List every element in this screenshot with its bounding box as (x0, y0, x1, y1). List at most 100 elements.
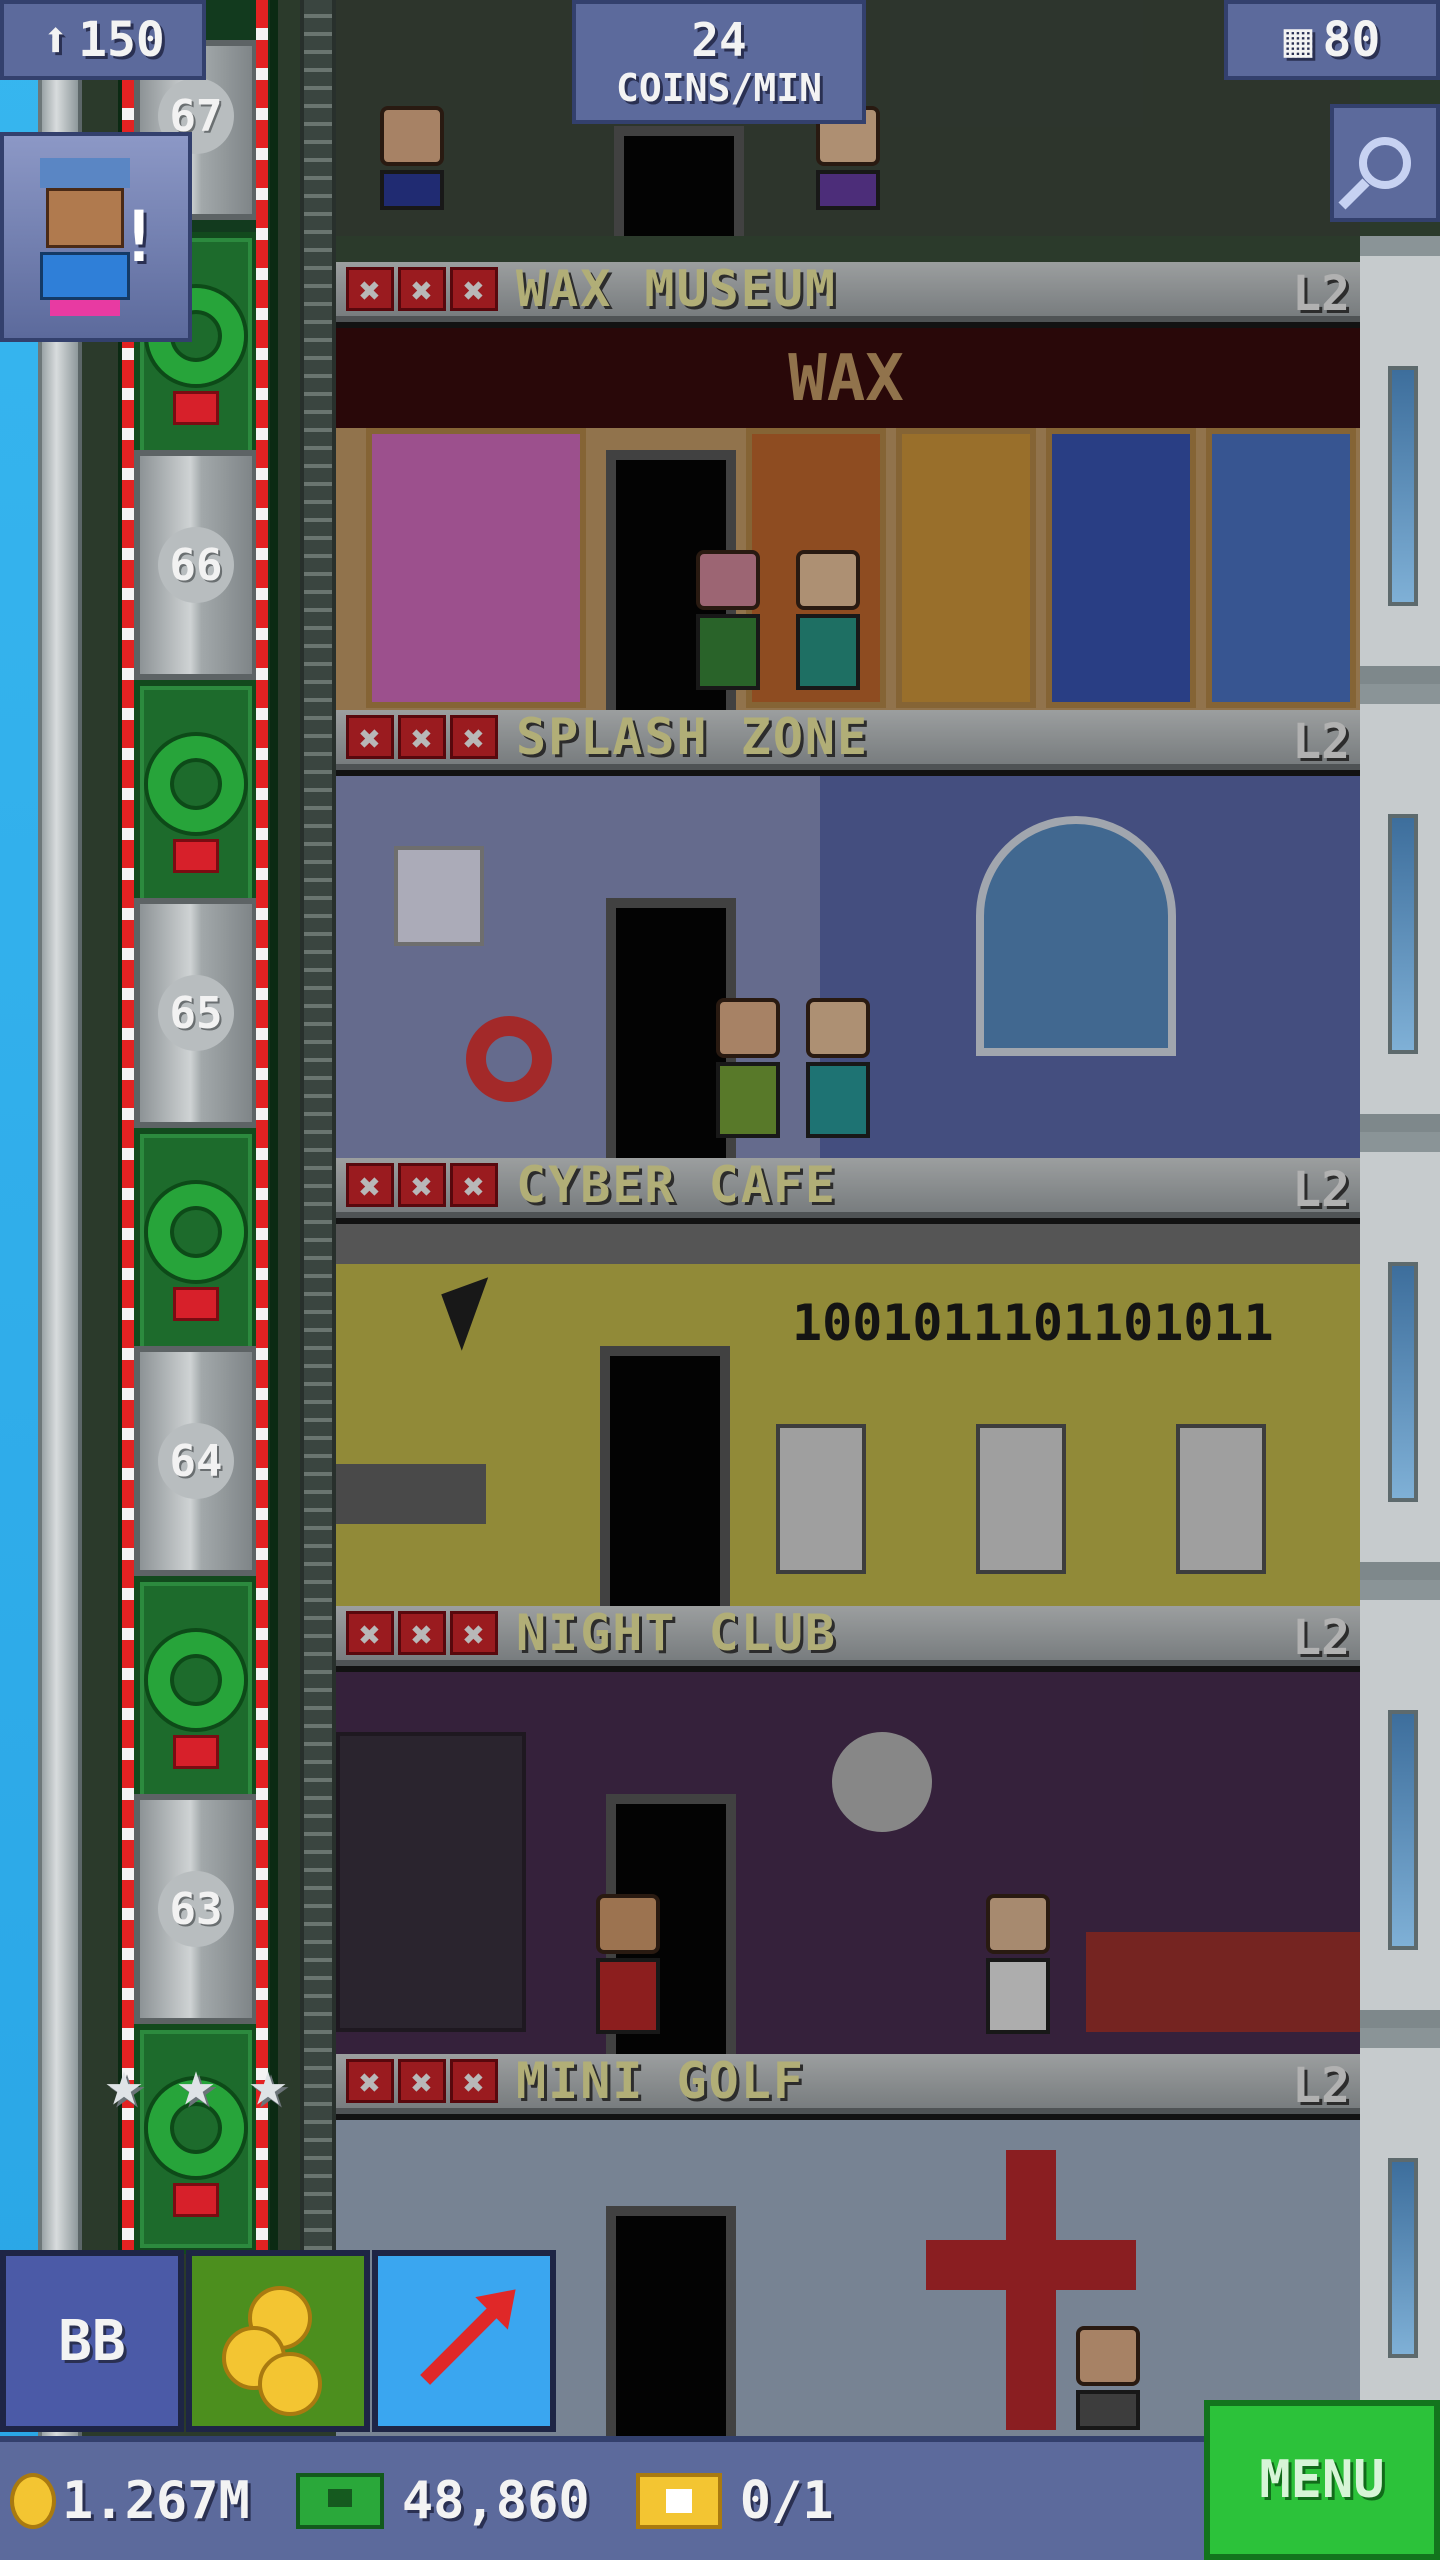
binary-wall-text: 1001011101101011 (792, 1294, 1274, 1352)
person[interactable] (1076, 2326, 1140, 2436)
star-icon: ★ (104, 2047, 144, 2121)
bux-stat[interactable]: 48,860 (260, 2471, 590, 2531)
coins-stat[interactable]: 1.267M (10, 2471, 250, 2531)
floor-name: MINI GOLF (516, 2052, 805, 2110)
coin-icon (258, 2352, 322, 2416)
door (606, 2206, 736, 2436)
building-right-edge (1360, 236, 1440, 2436)
x-icon: ✖ (398, 1163, 446, 1208)
floor-name: WAX MUSEUM (516, 260, 838, 318)
bux-icon (295, 2473, 384, 2529)
floor-level: L2 (1292, 266, 1350, 322)
room-interior (336, 776, 1360, 1158)
bux-value: 48,860 (401, 2471, 590, 2531)
population-icon: ⬆ (41, 12, 71, 68)
tickets-stat[interactable]: 0/1 (600, 2471, 834, 2531)
person[interactable] (596, 1894, 660, 2034)
elevator-floor-64[interactable]: 64 (134, 1346, 258, 1576)
exhibit-case (366, 428, 586, 708)
x-icon: ✖ (346, 1163, 394, 1208)
coins-per-min-value: 24 (691, 13, 747, 67)
floor-header: ✖ ✖ ✖ NIGHT CLUB L2 (336, 1604, 1360, 1666)
elevator-wreath-cell (134, 1576, 258, 1806)
floor-name: SPLASH ZONE (516, 708, 870, 766)
floor-header: ✖ ✖ ✖ WAX MUSEUM L2 (336, 260, 1360, 322)
floor-level: L2 (1292, 2058, 1350, 2114)
disco-ball-icon (832, 1732, 932, 1832)
elevator-floor-63[interactable]: 63 (134, 1794, 258, 2024)
x-icon: ✖ (450, 715, 498, 760)
x-icon: ✖ (398, 715, 446, 760)
door (614, 126, 744, 236)
population-counter[interactable]: ⬆ 150 (0, 0, 206, 80)
build-floor-button[interactable] (372, 2250, 556, 2432)
windmill-blade (926, 2240, 1136, 2290)
visitor-alert-button[interactable]: ! (0, 132, 192, 342)
floor-splash-zone[interactable]: ✖ ✖ ✖ SPLASH ZONE L2 (336, 708, 1360, 1158)
wax-sign: WAX (788, 342, 904, 416)
coins-value: 1.267M (62, 2471, 250, 2531)
person[interactable] (986, 1894, 1050, 2034)
exhibit-case (896, 428, 1036, 708)
bow-icon (173, 838, 219, 873)
room-interior (336, 1672, 1360, 2054)
bitbook-button[interactable]: BB (0, 2250, 184, 2432)
floor-night-club[interactable]: ✖ ✖ ✖ NIGHT CLUB L2 (336, 1604, 1360, 2054)
elevator-floor-66[interactable]: 66 (134, 450, 258, 680)
elevator-floor-65[interactable]: 65 (134, 898, 258, 1128)
exhibit-case (1046, 428, 1196, 708)
floor-header: ✖ ✖ ✖ SPLASH ZONE L2 (336, 708, 1360, 770)
x-icon: ✖ (398, 267, 446, 312)
ladder (300, 0, 336, 2250)
x-icon: ✖ (450, 1611, 498, 1656)
floor-name: CYBER CAFE (516, 1156, 838, 1214)
search-button[interactable] (1330, 104, 1440, 222)
window (1388, 814, 1418, 1054)
ticket-icon (635, 2473, 722, 2529)
counter (336, 1464, 486, 1524)
up-arrow-icon (420, 2297, 508, 2385)
computer-icon (776, 1424, 866, 1574)
visitor-avatar (40, 158, 130, 328)
elevator-wreath-cell (134, 680, 258, 910)
menu-button[interactable]: MENU (1204, 2400, 1440, 2560)
floor-cyber-cafe[interactable]: ✖ ✖ ✖ CYBER CAFE L2 1001011101101011 (336, 1156, 1360, 1606)
tickets-value: 0/1 (739, 2471, 834, 2531)
door (600, 1346, 730, 1606)
x-icon: ✖ (346, 2059, 394, 2104)
building-icon: ▦ (1283, 12, 1313, 68)
floor-level: L2 (1292, 1610, 1350, 1666)
star-icon: ★ (248, 2047, 288, 2121)
computer-icon (1176, 1424, 1266, 1574)
star-icon: ★ (176, 2047, 216, 2121)
floor-header: ✖ ✖ ✖ MINI GOLF L2 (336, 2052, 1360, 2114)
x-icon: ✖ (450, 1163, 498, 1208)
magnifier-icon (1359, 137, 1411, 189)
room-interior: 1001011101101011 (336, 1224, 1360, 1606)
floor-header: ✖ ✖ ✖ CYBER CAFE L2 (336, 1156, 1360, 1218)
computer-icon (976, 1424, 1066, 1574)
x-icon: ✖ (346, 715, 394, 760)
person[interactable] (796, 550, 860, 690)
cursor-icon (441, 1277, 509, 1351)
floor-number: 65 (158, 975, 234, 1051)
floor-count-counter[interactable]: ▦ 80 (1224, 0, 1440, 80)
floor-level: L2 (1292, 1162, 1350, 1218)
floor-wax-museum[interactable]: ✖ ✖ ✖ WAX MUSEUM L2 WAX (336, 260, 1360, 710)
wreath-icon (148, 1184, 244, 1281)
bow-icon (173, 1286, 219, 1321)
person[interactable] (380, 106, 444, 216)
floor-number: 63 (158, 1871, 234, 1947)
elevator-stars: ★ ★ ★ (92, 2052, 300, 2116)
person[interactable] (696, 550, 760, 690)
candy-cane-stripe (256, 0, 268, 2250)
wreath-icon (148, 1632, 244, 1729)
x-icon: ✖ (346, 1611, 394, 1656)
windmill-icon (1006, 2150, 1056, 2430)
collect-coins-button[interactable] (186, 2250, 370, 2432)
elevator-wreath-cell (134, 1128, 258, 1358)
person[interactable] (716, 998, 780, 1138)
x-icon: ✖ (346, 267, 394, 312)
person[interactable] (806, 998, 870, 1138)
coins-per-min-display[interactable]: 24 COINS/MIN (572, 0, 866, 124)
